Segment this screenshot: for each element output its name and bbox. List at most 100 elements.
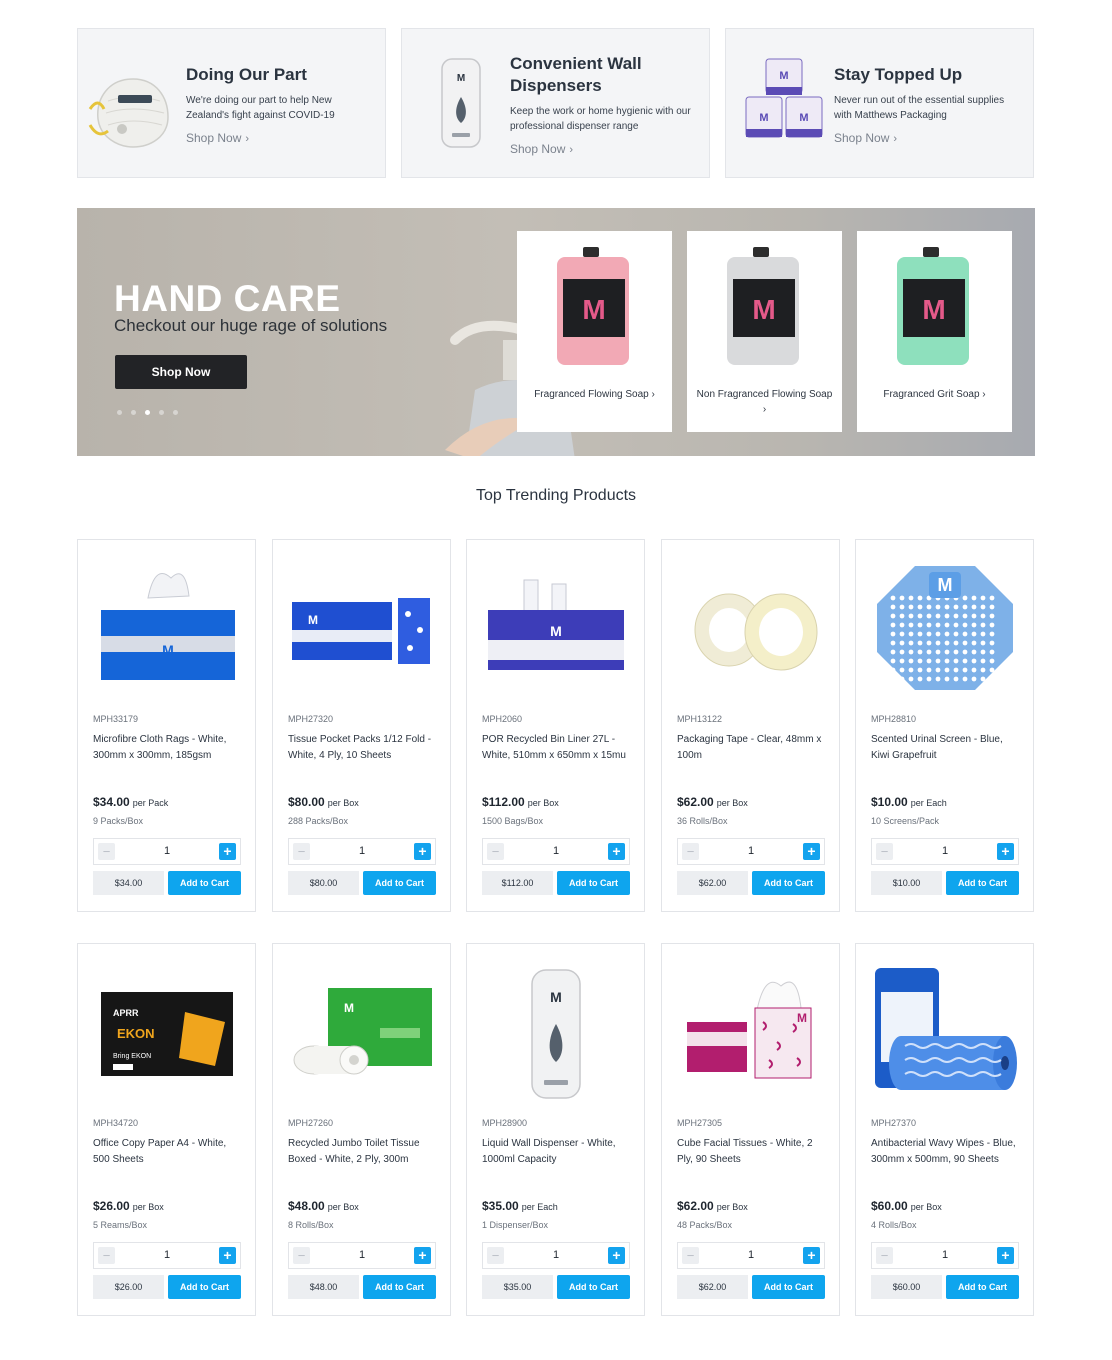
quantity-increase-button[interactable]: + xyxy=(997,843,1014,860)
product-price: $60.00 per Box xyxy=(871,1199,942,1213)
add-to-cart-button[interactable]: Add to Cart xyxy=(363,871,436,895)
hand-care-card-label: Non Fragranced Flowing Soap › xyxy=(696,389,833,415)
product-image[interactable]: M xyxy=(677,962,825,1102)
carousel-dot[interactable] xyxy=(159,410,164,415)
quantity-decrease-button[interactable]: − xyxy=(293,1247,310,1264)
add-to-cart-button[interactable]: Add to Cart xyxy=(168,871,241,895)
add-to-cart-button[interactable]: Add to Cart xyxy=(557,871,630,895)
quantity-decrease-button[interactable]: − xyxy=(98,1247,115,1264)
product-name[interactable]: Packaging Tape - Clear, 48mm x 100m xyxy=(677,732,829,763)
line-total: $10.00 xyxy=(871,871,942,895)
promo-text: Never run out of the essential supplies … xyxy=(834,95,1005,121)
product-name[interactable]: Scented Urinal Screen - Blue, Kiwi Grape… xyxy=(871,732,1023,763)
quantity-input[interactable]: 1 xyxy=(513,1249,599,1261)
product-name[interactable]: Office Copy Paper A4 - White, 500 Sheets xyxy=(93,1136,245,1167)
quantity-decrease-button[interactable]: − xyxy=(98,843,115,860)
product-image[interactable] xyxy=(871,962,1019,1102)
product-name[interactable]: Microfibre Cloth Rags - White, 300mm x 3… xyxy=(93,732,245,763)
product-image[interactable]: M xyxy=(482,558,630,698)
product-card[interactable]: M MPH27260 Recycled Jumbo Toilet Tissue … xyxy=(272,943,451,1316)
product-name[interactable]: Recycled Jumbo Toilet Tissue Boxed - Whi… xyxy=(288,1136,440,1167)
add-to-cart-button[interactable]: Add to Cart xyxy=(168,1275,241,1299)
quantity-input[interactable]: 1 xyxy=(319,1249,405,1261)
add-to-cart-button[interactable]: Add to Cart xyxy=(557,1275,630,1299)
add-to-cart-button[interactable]: Add to Cart xyxy=(363,1275,436,1299)
promo-card-covid[interactable]: Doing Our Part We're doing our part to h… xyxy=(77,28,386,178)
carousel-dot-active[interactable] xyxy=(145,410,150,415)
product-pack-size: 9 Packs/Box xyxy=(93,816,144,826)
product-image[interactable] xyxy=(677,558,825,698)
add-to-cart-button[interactable]: Add to Cart xyxy=(752,1275,825,1299)
quantity-increase-button[interactable]: + xyxy=(608,1247,625,1264)
quantity-increase-button[interactable]: + xyxy=(608,843,625,860)
line-total: $60.00 xyxy=(871,1275,942,1299)
product-card[interactable]: MPH13122 Packaging Tape - Clear, 48mm x … xyxy=(661,539,840,912)
wall-dispenser-icon: M xyxy=(531,969,581,1099)
quantity-stepper: − 1 + xyxy=(93,1242,241,1269)
quantity-increase-button[interactable]: + xyxy=(414,1247,431,1264)
quantity-input[interactable]: 1 xyxy=(319,845,405,857)
product-name[interactable]: Tissue Pocket Packs 1/12 Fold - White, 4… xyxy=(288,732,440,763)
quantity-input[interactable]: 1 xyxy=(902,1249,988,1261)
quantity-decrease-button[interactable]: − xyxy=(487,843,504,860)
quantity-decrease-button[interactable]: − xyxy=(487,1247,504,1264)
quantity-input[interactable]: 1 xyxy=(902,845,988,857)
product-card[interactable]: M MPH27305 Cube Facial Tissues - White, … xyxy=(661,943,840,1316)
product-image[interactable]: M xyxy=(288,558,436,698)
product-name[interactable]: Liquid Wall Dispenser - White, 1000ml Ca… xyxy=(482,1136,634,1167)
hand-care-card-fragranced-flowing[interactable]: M Fragranced Flowing Soap › xyxy=(517,231,672,432)
quantity-increase-button[interactable]: + xyxy=(219,843,236,860)
product-card[interactable]: M MPH2060 POR Recycled Bin Liner 27L - W… xyxy=(466,539,645,912)
quantity-input[interactable]: 1 xyxy=(124,845,210,857)
product-card[interactable]: M MPH28810 Scented Urinal Screen - Blue,… xyxy=(855,539,1034,912)
quantity-increase-button[interactable]: + xyxy=(997,1247,1014,1264)
svg-text:EKON: EKON xyxy=(117,1026,155,1041)
product-image[interactable]: APRR EKON Bring EKON xyxy=(93,962,241,1102)
promo-shop-now-link[interactable]: Shop Now › xyxy=(510,142,573,156)
promo-card-topped-up[interactable]: M M M Stay Topped Up Never run out of th… xyxy=(725,28,1034,178)
add-to-cart-button[interactable]: Add to Cart xyxy=(946,1275,1019,1299)
add-to-cart-button[interactable]: Add to Cart xyxy=(752,871,825,895)
product-image[interactable]: M xyxy=(482,962,630,1102)
soap-container-grey-icon: M xyxy=(727,247,799,365)
hand-care-card-fragranced-grit[interactable]: M Fragranced Grit Soap › xyxy=(857,231,1012,432)
quantity-input[interactable]: 1 xyxy=(124,1249,210,1261)
product-card[interactable]: APRR EKON Bring EKON MPH34720 Office Copy … xyxy=(77,943,256,1316)
hand-care-card-non-fragranced-flowing[interactable]: M Non Fragranced Flowing Soap › xyxy=(687,231,842,432)
product-pack-size: 4 Rolls/Box xyxy=(871,1220,917,1230)
promo-shop-now-link[interactable]: Shop Now › xyxy=(834,131,897,145)
quantity-input[interactable]: 1 xyxy=(513,845,599,857)
quantity-increase-button[interactable]: + xyxy=(414,843,431,860)
promo-card-dispensers[interactable]: M Convenient Wall Dispensers Keep the wo… xyxy=(401,28,710,178)
product-card[interactable]: MPH27370 Antibacterial Wavy Wipes - Blue… xyxy=(855,943,1034,1316)
quantity-increase-button[interactable]: + xyxy=(219,1247,236,1264)
quantity-decrease-button[interactable]: − xyxy=(682,843,699,860)
quantity-input[interactable]: 1 xyxy=(708,1249,794,1261)
product-card[interactable]: M MPH33179 Microfibre Cloth Rags - White… xyxy=(77,539,256,912)
quantity-increase-button[interactable]: + xyxy=(803,843,820,860)
carousel-dot[interactable] xyxy=(117,410,122,415)
promo-shop-now-link[interactable]: Shop Now › xyxy=(186,131,249,145)
product-name[interactable]: Cube Facial Tissues - White, 2 Ply, 90 S… xyxy=(677,1136,829,1167)
product-image[interactable]: M xyxy=(288,962,436,1102)
add-to-cart-button[interactable]: Add to Cart xyxy=(946,871,1019,895)
quantity-decrease-button[interactable]: − xyxy=(293,843,310,860)
quantity-decrease-button[interactable]: − xyxy=(682,1247,699,1264)
product-card[interactable]: M MPH28900 Liquid Wall Dispenser - White… xyxy=(466,943,645,1316)
svg-text:M: M xyxy=(797,1011,807,1025)
product-image[interactable]: M xyxy=(871,558,1019,698)
quantity-decrease-button[interactable]: − xyxy=(876,1247,893,1264)
carousel-dot[interactable] xyxy=(173,410,178,415)
quantity-stepper: − 1 + xyxy=(288,838,436,865)
carousel-dot[interactable] xyxy=(131,410,136,415)
product-name[interactable]: POR Recycled Bin Liner 27L - White, 510m… xyxy=(482,732,634,763)
quantity-stepper: − 1 + xyxy=(288,1242,436,1269)
product-card[interactable]: M MPH27320 Tissue Pocket Packs 1/12 Fold… xyxy=(272,539,451,912)
product-image[interactable]: M xyxy=(93,558,241,698)
product-name[interactable]: Antibacterial Wavy Wipes - Blue, 300mm x… xyxy=(871,1136,1023,1167)
hero-shop-now-button[interactable]: Shop Now xyxy=(115,355,247,389)
quantity-increase-button[interactable]: + xyxy=(803,1247,820,1264)
quantity-input[interactable]: 1 xyxy=(708,845,794,857)
quantity-decrease-button[interactable]: − xyxy=(876,843,893,860)
price-amount: $62.00 xyxy=(677,795,714,809)
